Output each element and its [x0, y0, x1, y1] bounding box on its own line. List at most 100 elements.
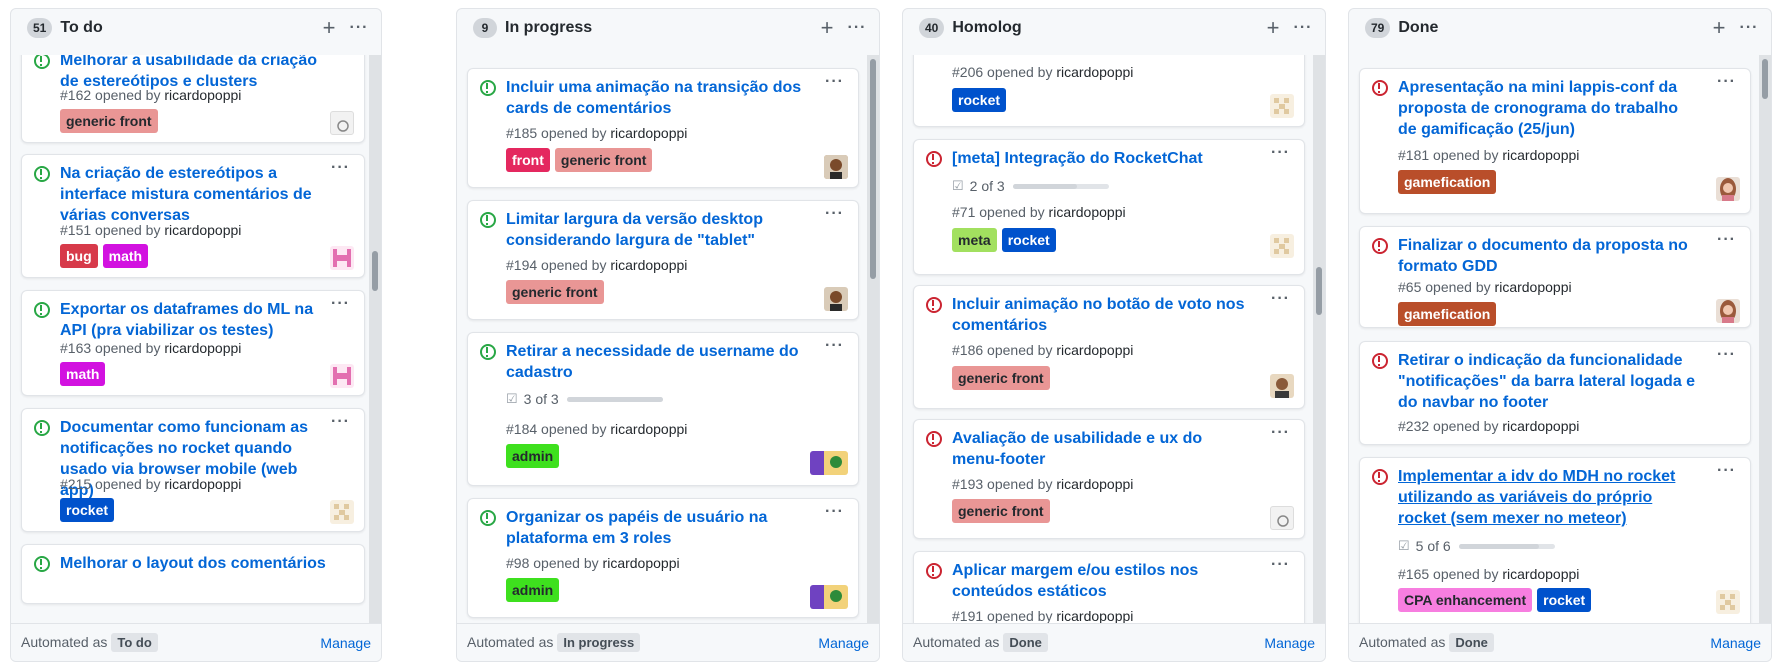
label-math[interactable]: math — [60, 362, 106, 386]
avatar[interactable] — [330, 246, 354, 270]
issue-card[interactable]: ··· Na criação de estereótipos a interfa… — [21, 154, 365, 278]
issue-card[interactable]: #206 opened by ricardopoppi rocket — [913, 55, 1305, 127]
issue-title[interactable]: Aplicar margem e/ou estilos nos conteúdo… — [952, 560, 1252, 602]
column-scrollbar[interactable] — [867, 55, 879, 625]
issue-card[interactable]: Melhorar a usabilidade da criação de est… — [21, 55, 365, 143]
issue-author[interactable]: ricardopoppi — [610, 421, 687, 437]
card-menu-button[interactable]: ··· — [1271, 290, 1290, 308]
card-menu-button[interactable]: ··· — [331, 159, 350, 177]
card-menu-button[interactable]: ··· — [825, 337, 844, 355]
issue-title[interactable]: Melhorar o layout dos comentários — [60, 553, 330, 574]
issue-title[interactable]: Retirar o indicação da funcionalidade "n… — [1398, 350, 1698, 413]
issue-author[interactable]: ricardopoppi — [610, 125, 687, 141]
scrollbar-thumb[interactable] — [372, 251, 378, 291]
column-scrollbar[interactable] — [369, 55, 381, 625]
issue-author[interactable]: ricardopoppi — [1056, 342, 1133, 358]
column-scrollbar[interactable] — [1759, 55, 1771, 625]
issue-card[interactable]: Melhorar o layout dos comentários — [21, 544, 365, 604]
card-menu-button[interactable]: ··· — [1717, 462, 1736, 480]
issue-author[interactable]: ricardopoppi — [1495, 279, 1572, 295]
column-menu-button[interactable]: ··· — [845, 16, 869, 40]
column-menu-button[interactable]: ··· — [1291, 16, 1315, 40]
issue-author[interactable]: ricardopoppi — [603, 555, 680, 571]
label-generic-front[interactable]: generic front — [60, 109, 158, 133]
card-menu-button[interactable]: ··· — [331, 413, 350, 431]
label-meta[interactable]: meta — [952, 228, 997, 252]
add-card-button[interactable]: + — [1707, 15, 1731, 40]
issue-author[interactable]: ricardopoppi — [610, 257, 687, 273]
issue-card[interactable]: ··· Incluir uma animação na transição do… — [467, 68, 859, 188]
issue-author[interactable]: ricardopoppi — [164, 222, 241, 238]
label-cpa-enhancement[interactable]: CPA enhancement — [1398, 588, 1533, 612]
manage-automation-link[interactable]: Manage — [320, 635, 371, 651]
avatar-stack[interactable] — [810, 585, 848, 609]
issue-title[interactable]: Incluir uma animação na transição dos ca… — [506, 77, 806, 119]
label-math[interactable]: math — [102, 244, 149, 268]
column-menu-button[interactable]: ··· — [1737, 16, 1761, 40]
issue-title[interactable]: [meta] Integração do RocketChat — [952, 148, 1272, 169]
issue-author[interactable]: ricardopoppi — [1502, 147, 1579, 163]
scrollbar-thumb[interactable] — [1316, 267, 1322, 315]
card-menu-button[interactable]: ··· — [1271, 144, 1290, 162]
label-generic-front[interactable]: generic front — [506, 280, 604, 304]
issue-author[interactable]: ricardopoppi — [164, 87, 241, 103]
issue-title[interactable]: Retirar a necessidade de username do cad… — [506, 341, 806, 383]
avatar[interactable] — [1716, 177, 1740, 201]
issue-title[interactable]: Exportar os dataframes do ML na API (pra… — [60, 299, 330, 341]
issue-card[interactable]: ··· Implementar a idv do MDH no rocket u… — [1359, 457, 1751, 625]
add-card-button[interactable]: + — [815, 15, 839, 40]
card-menu-button[interactable]: ··· — [825, 205, 844, 223]
card-menu-button[interactable]: ··· — [1271, 556, 1290, 574]
card-menu-button[interactable]: ··· — [1717, 231, 1736, 249]
avatar[interactable] — [330, 500, 354, 524]
manage-automation-link[interactable]: Manage — [1710, 635, 1761, 651]
issue-author[interactable]: ricardopoppi — [164, 340, 241, 356]
issue-author[interactable]: ricardopoppi — [1056, 608, 1133, 624]
avatar[interactable] — [824, 155, 848, 179]
label-admin[interactable]: admin — [506, 444, 560, 468]
issue-card[interactable]: ··· Apresentação na mini lappis-conf da … — [1359, 68, 1751, 214]
add-card-button[interactable]: + — [317, 15, 341, 40]
label-admin[interactable]: admin — [506, 578, 560, 602]
avatar[interactable] — [1270, 234, 1294, 258]
label-gamefication[interactable]: gamefication — [1398, 170, 1497, 194]
manage-automation-link[interactable]: Manage — [1264, 635, 1315, 651]
issue-title[interactable]: Apresentação na mini lappis-conf da prop… — [1398, 77, 1698, 140]
label-front[interactable]: front — [506, 148, 550, 172]
label-generic-front[interactable]: generic front — [554, 148, 653, 172]
label-rocket[interactable]: rocket — [1001, 228, 1056, 252]
column-scrollbar[interactable] — [1313, 55, 1325, 625]
label-generic-front[interactable]: generic front — [952, 499, 1050, 523]
issue-card[interactable]: ··· Limitar largura da versão desktop co… — [467, 200, 859, 320]
add-card-button[interactable]: + — [1261, 15, 1285, 40]
scrollbar-thumb[interactable] — [1762, 59, 1768, 99]
avatar[interactable] — [330, 111, 354, 135]
card-menu-button[interactable]: ··· — [825, 503, 844, 521]
issue-card[interactable]: ··· Retirar o indicação da funcionalidad… — [1359, 341, 1751, 445]
issue-card[interactable]: ··· Organizar os papéis de usuário na pl… — [467, 498, 859, 618]
issue-author[interactable]: ricardopoppi — [164, 476, 241, 492]
card-menu-button[interactable]: ··· — [1717, 346, 1736, 364]
card-menu-button[interactable]: ··· — [825, 73, 844, 91]
avatar[interactable] — [1270, 506, 1294, 530]
issue-author[interactable]: ricardopoppi — [1502, 418, 1579, 434]
issue-title[interactable]: Organizar os papéis de usuário na plataf… — [506, 507, 806, 549]
issue-author[interactable]: ricardopoppi — [1502, 566, 1579, 582]
issue-card[interactable]: ··· Finalizar o documento da proposta no… — [1359, 226, 1751, 328]
issue-title[interactable]: Limitar largura da versão desktop consid… — [506, 209, 806, 251]
issue-title[interactable]: Implementar a idv do MDH no rocket utili… — [1398, 466, 1698, 529]
issue-author[interactable]: ricardopoppi — [1056, 64, 1133, 80]
card-menu-button[interactable]: ··· — [1717, 73, 1736, 91]
label-rocket[interactable]: rocket — [952, 88, 1007, 112]
issue-card[interactable]: ··· Retirar a necessidade de username do… — [467, 332, 859, 486]
avatar[interactable] — [1716, 299, 1740, 323]
issue-card[interactable]: ··· Incluir animação no botão de voto no… — [913, 285, 1305, 409]
issue-author[interactable]: ricardopoppi — [1056, 476, 1133, 492]
issue-title[interactable]: Na criação de estereótipos a interface m… — [60, 163, 330, 226]
label-rocket[interactable]: rocket — [60, 498, 115, 522]
avatar[interactable] — [1270, 374, 1294, 398]
card-menu-button[interactable]: ··· — [1271, 424, 1290, 442]
issue-title[interactable]: Finalizar o documento da proposta no for… — [1398, 235, 1698, 277]
scrollbar-thumb[interactable] — [870, 59, 876, 279]
issue-card[interactable]: ··· Avaliação de usabilidade e ux do men… — [913, 419, 1305, 539]
